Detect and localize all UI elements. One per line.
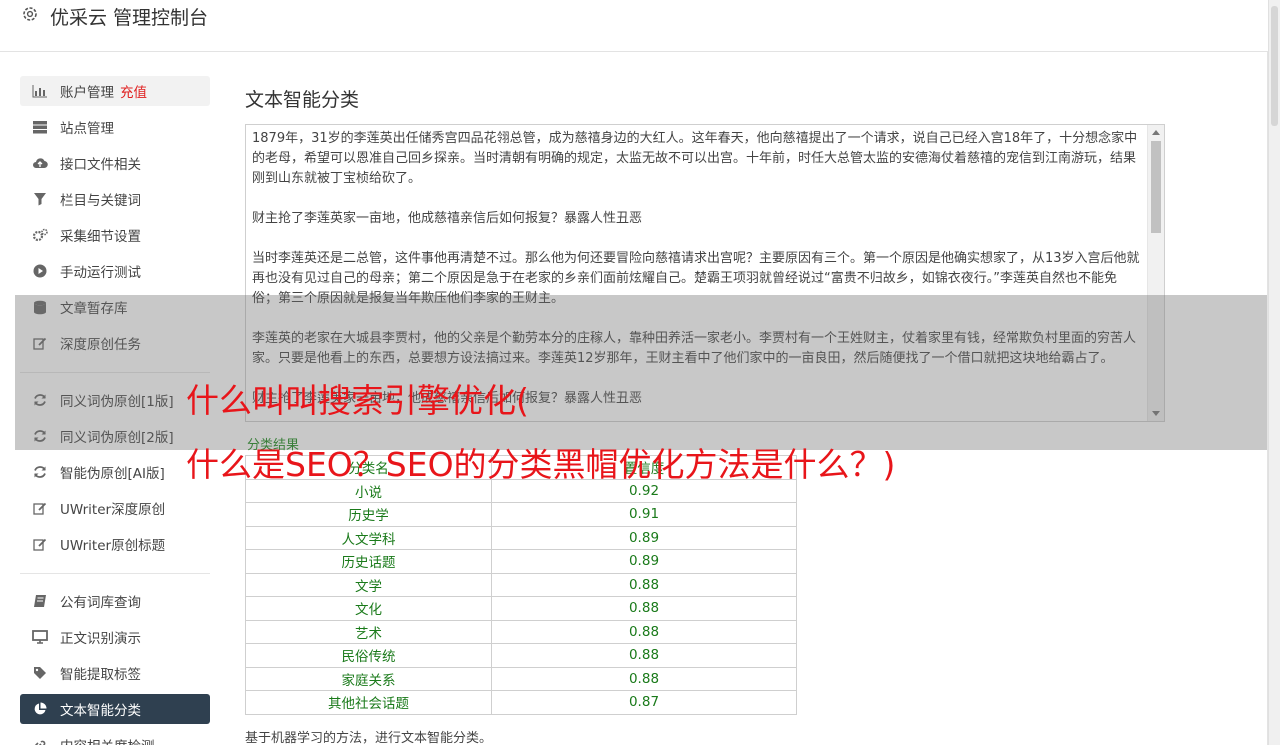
sidebar-item-columns-keywords[interactable]: 栏目与关键词 [20, 184, 210, 214]
sidebar-item-label: 文本智能分类 [60, 703, 141, 719]
category-cell: 家庭关系 [245, 666, 492, 691]
play-circle-icon [32, 263, 48, 279]
category-cell: 民俗传统 [245, 643, 492, 668]
sidebar-item-manual-run[interactable]: 手动运行测试 [20, 256, 210, 286]
classification-table: 分类名 置信度 小说 0.92 历史学 0.91 人文学科 0.89 历史话题 0.89… [245, 455, 797, 715]
sidebar-item-label: 手动运行测试 [60, 265, 141, 281]
table-row: 历史学 0.91 [245, 502, 797, 527]
confidence-cell: 0.88 [491, 572, 797, 597]
sidebar-item-label: 栏目与关键词 [60, 193, 141, 209]
filter-icon [32, 191, 48, 207]
tag-icon [32, 665, 48, 681]
refresh-icon [32, 464, 48, 480]
confidence-cell: 0.88 [491, 619, 797, 644]
sidebar-item-relevance-check[interactable]: 内容相关度检测 [20, 730, 210, 745]
sidebar-item-account[interactable]: 账户管理 充值 [20, 76, 210, 106]
sidebar-item-public-lexicon[interactable]: 公有词库查询 [20, 586, 210, 616]
book-icon [32, 593, 48, 609]
gears-icon [32, 227, 48, 243]
overlay-headline-line-2: 什么是SEO？SEO的分类黑帽优化方法是什么？) [186, 445, 896, 484]
confidence-cell: 0.88 [491, 643, 797, 668]
confidence-cell: 0.87 [491, 690, 797, 715]
sidebar-item-uwriter-deep[interactable]: UWriter深度原创 [20, 493, 210, 523]
textarea-scrollbar-thumb[interactable] [1151, 141, 1161, 233]
confidence-cell: 0.88 [491, 596, 797, 621]
recharge-link[interactable]: 充值 [120, 81, 147, 101]
overlay-banner [15, 295, 1267, 450]
sidebar-item-label: 采集细节设置 [60, 229, 141, 245]
table-row: 人文学科 0.89 [245, 525, 797, 550]
gear-icon [23, 7, 37, 21]
sidebar-item-interface-files[interactable]: 接口文件相关 [20, 148, 210, 178]
category-cell: 文化 [245, 596, 492, 621]
category-cell: 艺术 [245, 619, 492, 644]
category-cell: 文学 [245, 572, 492, 597]
page-title: 文本智能分类 [245, 89, 360, 111]
sidebar-item-sites[interactable]: 站点管理 [20, 112, 210, 142]
table-row: 家庭关系 0.88 [245, 666, 797, 691]
confidence-cell: 0.91 [491, 502, 797, 527]
cloud-upload-icon [32, 155, 48, 171]
app-title: 优采云 管理控制台 [50, 7, 209, 29]
footnote: 基于机器学习的方法，进行文本智能分类。 [245, 731, 493, 745]
confidence-cell: 0.89 [491, 525, 797, 550]
table-row: 民俗传统 0.88 [245, 643, 797, 668]
edit-icon [32, 500, 48, 516]
pie-chart-icon [32, 701, 48, 717]
table-row: 文化 0.88 [245, 596, 797, 621]
page-scrollbar[interactable] [1268, 0, 1280, 745]
sidebar-item-label: 智能伪原创[AI版] [60, 466, 165, 482]
sidebar-item-text-recognition[interactable]: 正文识别演示 [20, 622, 210, 652]
confidence-cell: 0.88 [491, 666, 797, 691]
sidebar-item-label: 公有词库查询 [60, 595, 141, 611]
sidebar-item-label: 智能提取标签 [60, 667, 141, 683]
page-scrollbar-thumb[interactable] [1271, 6, 1278, 126]
monitor-icon [32, 629, 48, 645]
link-icon [32, 737, 48, 745]
category-cell: 历史学 [245, 502, 492, 527]
top-bar: 优采云 管理控制台 [0, 0, 1280, 52]
sidebar-item-text-classify[interactable]: 文本智能分类 [20, 694, 210, 724]
sidebar-item-label: UWriter原创标题 [60, 538, 166, 554]
server-icon [32, 119, 48, 135]
table-row: 历史话题 0.89 [245, 549, 797, 574]
sidebar-item-label: 账户管理 [60, 85, 114, 101]
sidebar-item-label: 正文识别演示 [60, 631, 141, 647]
bar-chart-icon [32, 83, 48, 99]
sidebar-item-collect-settings[interactable]: 采集细节设置 [20, 220, 210, 250]
sidebar-item-label: 接口文件相关 [60, 157, 141, 173]
confidence-cell: 0.89 [491, 549, 797, 574]
sidebar-item-uwriter-title[interactable]: UWriter原创标题 [20, 529, 210, 559]
sidebar-divider [20, 573, 210, 574]
table-row: 其他社会话题 0.87 [245, 690, 797, 715]
sidebar-item-ai-rewrite[interactable]: 智能伪原创[AI版] [20, 457, 210, 487]
sidebar-item-label: 站点管理 [60, 121, 114, 137]
edit-icon [32, 536, 48, 552]
sidebar-item-label: 内容相关度检测 [60, 735, 155, 745]
table-row: 艺术 0.88 [245, 619, 797, 644]
sidebar-item-extract-tags[interactable]: 智能提取标签 [20, 658, 210, 688]
table-row: 文学 0.88 [245, 572, 797, 597]
sidebar-item-label: UWriter深度原创 [60, 502, 166, 518]
category-cell: 历史话题 [245, 549, 492, 574]
category-cell: 其他社会话题 [245, 690, 492, 715]
category-cell: 人文学科 [245, 525, 492, 550]
overlay-headline-line-1: 什么叫叫搜索引擎优化( [186, 381, 529, 420]
scroll-up-icon[interactable] [1152, 130, 1160, 135]
